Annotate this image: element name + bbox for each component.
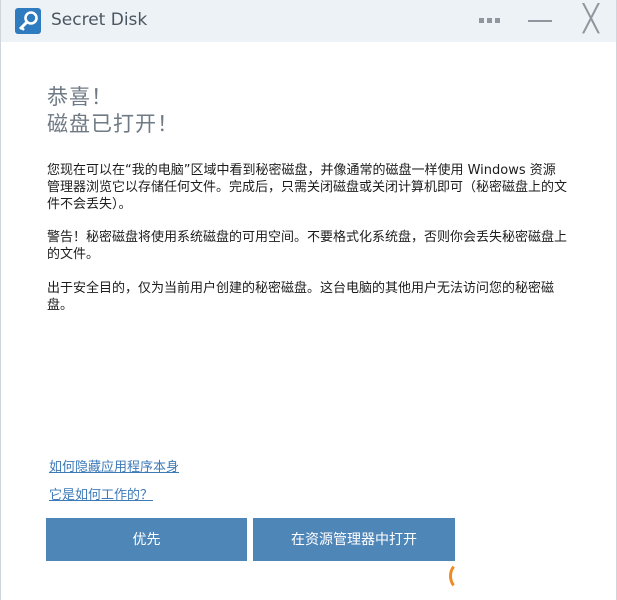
first-button[interactable]: 优先 bbox=[46, 518, 247, 561]
security-paragraph: 出于安全目的，仅为当前用户创建的秘密磁盘。这台电脑的其他用户无法访问您的秘密磁盘… bbox=[47, 281, 555, 313]
close-button[interactable]: ╳ bbox=[577, 4, 605, 36]
info-paragraph: 您现在可以在“我的电脑”区域中看到秘密磁盘，并像通常的磁盘一样使用 Window… bbox=[47, 163, 568, 212]
key-icon bbox=[15, 8, 41, 34]
how-it-works-link[interactable]: 它是如何工作的？ bbox=[49, 484, 153, 503]
open-in-explorer-button[interactable]: 在资源管理器中打开 bbox=[253, 518, 455, 561]
app-window: Secret Disk ╳ 恭喜！ 磁盘已打开！ 您现在可以在“我的电脑”区域中… bbox=[0, 0, 617, 600]
page-title: 恭喜！ 磁盘已打开！ bbox=[47, 84, 179, 138]
heading-line-2: 磁盘已打开！ bbox=[47, 112, 179, 136]
heading-line-1: 恭喜！ bbox=[47, 85, 113, 109]
warning-paragraph: 警告！秘密磁盘将使用系统磁盘的可用空间。不要格式化系统盘，否则你会丢失秘密磁盘上… bbox=[47, 230, 568, 262]
title-bar[interactable]: Secret Disk ╳ bbox=[1, 0, 616, 42]
loading-spinner-icon bbox=[449, 562, 471, 590]
minimize-button[interactable] bbox=[526, 4, 556, 36]
window-title: Secret Disk bbox=[51, 10, 148, 30]
more-options-icon[interactable] bbox=[477, 4, 505, 36]
hide-app-link[interactable]: 如何隐藏应用程序本身 bbox=[49, 456, 179, 475]
